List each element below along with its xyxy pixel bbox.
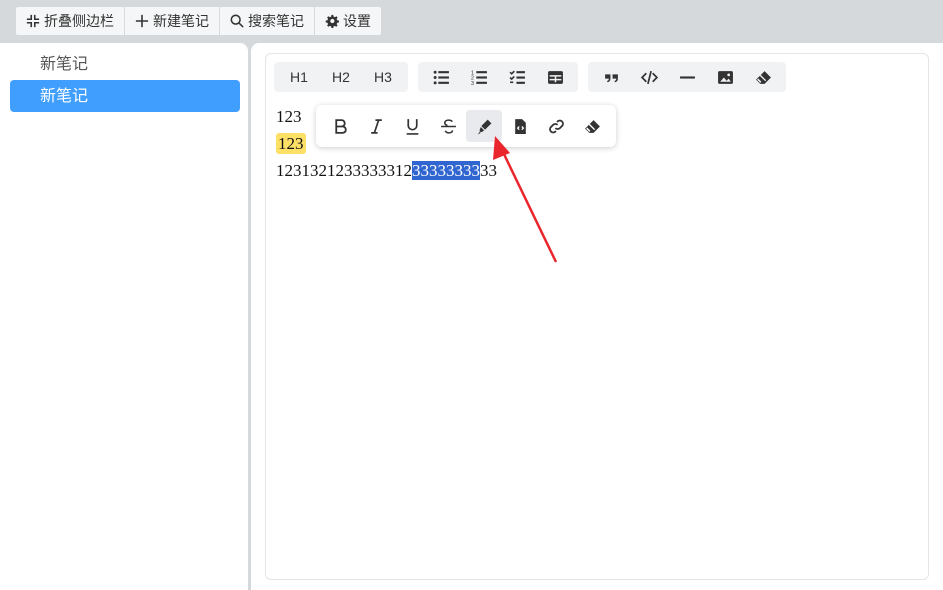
image-icon <box>717 70 733 84</box>
heading-group: H1 H2 H3 <box>274 62 408 92</box>
new-note-label: 新建笔记 <box>153 14 209 30</box>
code-block-button[interactable] <box>502 110 538 142</box>
bullet-list-button[interactable] <box>422 62 460 92</box>
list-group: 123 <box>418 62 578 92</box>
editor-toolbar: H1 H2 H3 123 <box>274 62 786 92</box>
text-after-selection: 33 <box>480 161 497 180</box>
file-code-icon <box>514 118 526 134</box>
settings-label: 设置 <box>343 14 371 30</box>
highlighter-icon <box>477 119 491 134</box>
sidebar-item-note-active[interactable]: 新笔记 <box>10 80 240 112</box>
main-panel: H1 H2 H3 123 123 123 1231321233333312333… <box>251 43 943 590</box>
search-notes-label: 搜索笔记 <box>248 14 304 30</box>
sidebar-item-note[interactable]: 新笔记 <box>10 48 240 80</box>
italic-button[interactable] <box>358 110 394 142</box>
formatting-bubble-menu <box>316 105 616 147</box>
task-list-icon <box>508 70 525 84</box>
clear-format-bubble-button[interactable] <box>574 110 610 142</box>
bold-icon <box>334 118 347 134</box>
horizontal-rule-icon <box>679 75 695 79</box>
code-button[interactable] <box>630 62 668 92</box>
italic-icon <box>370 118 382 134</box>
quote-icon <box>604 73 618 82</box>
ordered-list-button[interactable]: 123 <box>460 62 498 92</box>
top-toolbar: 折叠侧边栏 新建笔记 搜索笔记 设置 <box>16 7 381 35</box>
bold-button[interactable] <box>322 110 358 142</box>
gear-icon <box>325 14 339 28</box>
clear-format-button[interactable] <box>744 62 782 92</box>
underline-button[interactable] <box>394 110 430 142</box>
underline-icon <box>406 118 418 135</box>
editor[interactable]: H1 H2 H3 123 123 123 1231321233333312333… <box>265 53 929 580</box>
collapse-sidebar-label: 折叠侧边栏 <box>44 14 114 30</box>
ordered-list-icon: 123 <box>471 70 487 86</box>
h2-button[interactable]: H2 <box>320 62 362 92</box>
blockquote-button[interactable] <box>592 62 630 92</box>
selected-text: 33333333 <box>412 161 480 180</box>
new-note-button[interactable]: 新建笔记 <box>125 7 220 35</box>
divider-button[interactable] <box>668 62 706 92</box>
block-group <box>588 62 786 92</box>
h3-button[interactable]: H3 <box>362 62 404 92</box>
svg-text:3: 3 <box>471 80 474 85</box>
sidebar: 新笔记 新笔记 <box>0 43 248 590</box>
table-icon <box>547 70 563 84</box>
strikethrough-icon <box>440 118 456 134</box>
strikethrough-button[interactable] <box>430 110 466 142</box>
image-button[interactable] <box>706 62 744 92</box>
text-before-selection: 1231321233333312 <box>276 161 412 180</box>
link-button[interactable] <box>538 110 574 142</box>
highlighted-text: 123 <box>276 133 306 154</box>
task-list-button[interactable] <box>498 62 536 92</box>
settings-button[interactable]: 设置 <box>315 7 381 35</box>
bullet-list-icon <box>433 70 449 84</box>
content-line-3: 12313212333333123333333333 <box>276 160 497 187</box>
collapse-icon <box>26 14 40 28</box>
highlight-button[interactable] <box>466 110 502 142</box>
collapse-sidebar-button[interactable]: 折叠侧边栏 <box>16 7 125 35</box>
search-icon <box>230 14 244 28</box>
eraser-icon <box>584 119 600 133</box>
table-button[interactable] <box>536 62 574 92</box>
code-icon <box>640 70 658 84</box>
link-icon <box>548 119 564 133</box>
eraser-icon <box>755 70 771 84</box>
search-notes-button[interactable]: 搜索笔记 <box>220 7 315 35</box>
plus-icon <box>135 14 149 28</box>
h1-button[interactable]: H1 <box>278 62 320 92</box>
